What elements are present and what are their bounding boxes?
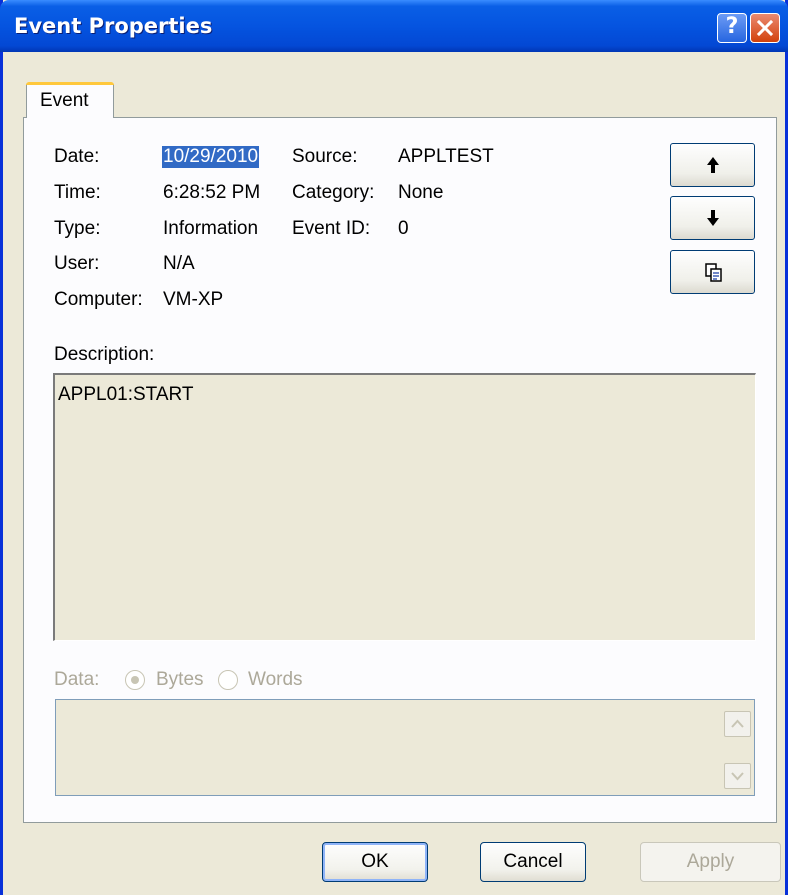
bytes-radio-label[interactable]: Bytes bbox=[156, 669, 204, 691]
words-radio-label[interactable]: Words bbox=[248, 669, 303, 691]
date-value[interactable]: 10/29/2010 bbox=[162, 146, 260, 168]
title-bar[interactable]: Event Properties ? bbox=[0, 0, 788, 52]
scroll-up-button[interactable] bbox=[724, 711, 751, 737]
apply-button[interactable]: Apply bbox=[640, 842, 781, 882]
source-value[interactable]: APPLTEST bbox=[398, 146, 494, 168]
description-text-area[interactable]: APPL01:START bbox=[53, 373, 756, 641]
data-label: Data: bbox=[54, 669, 100, 690]
event-id-label: Event ID: bbox=[292, 218, 371, 239]
description-text: APPL01:START bbox=[58, 384, 194, 405]
category-value[interactable]: None bbox=[398, 182, 443, 204]
cancel-button[interactable]: Cancel bbox=[480, 842, 586, 882]
type-label: Type: bbox=[54, 218, 101, 239]
copy-icon bbox=[705, 263, 722, 282]
source-label: Source: bbox=[292, 146, 358, 167]
time-value[interactable]: 6:28:52 PM bbox=[163, 182, 260, 204]
user-value[interactable]: N/A bbox=[163, 253, 195, 275]
date-label: Date: bbox=[54, 146, 100, 167]
type-value[interactable]: Information bbox=[163, 218, 258, 240]
data-text-area[interactable] bbox=[55, 699, 755, 796]
close-button[interactable] bbox=[750, 13, 780, 43]
copy-button[interactable] bbox=[670, 250, 755, 294]
help-button[interactable]: ? bbox=[717, 13, 747, 43]
next-event-button[interactable] bbox=[670, 196, 755, 240]
ok-button[interactable]: OK bbox=[322, 842, 428, 882]
arrow-up-icon bbox=[707, 157, 719, 173]
computer-value[interactable]: VM-XP bbox=[163, 289, 223, 311]
user-label: User: bbox=[54, 253, 100, 274]
close-icon bbox=[757, 20, 773, 36]
time-label: Time: bbox=[54, 182, 101, 203]
description-label: Description: bbox=[54, 344, 155, 365]
chevron-down-icon bbox=[731, 772, 744, 781]
previous-event-button[interactable] bbox=[670, 143, 755, 187]
category-label: Category: bbox=[292, 182, 375, 203]
scroll-down-button[interactable] bbox=[724, 763, 751, 789]
tab-event[interactable]: Event bbox=[26, 82, 114, 118]
tab-event-label: Event bbox=[40, 90, 89, 111]
arrow-down-icon bbox=[707, 210, 719, 226]
chevron-up-icon bbox=[731, 719, 744, 728]
event-id-value[interactable]: 0 bbox=[398, 218, 409, 240]
event-properties-dialog: Event Properties ? Event Date: 10/29/201… bbox=[0, 0, 788, 895]
bytes-radio[interactable] bbox=[125, 670, 145, 690]
words-radio[interactable] bbox=[218, 670, 238, 690]
help-icon: ? bbox=[725, 14, 739, 39]
window-title: Event Properties bbox=[14, 14, 213, 38]
computer-label: Computer: bbox=[54, 289, 143, 310]
